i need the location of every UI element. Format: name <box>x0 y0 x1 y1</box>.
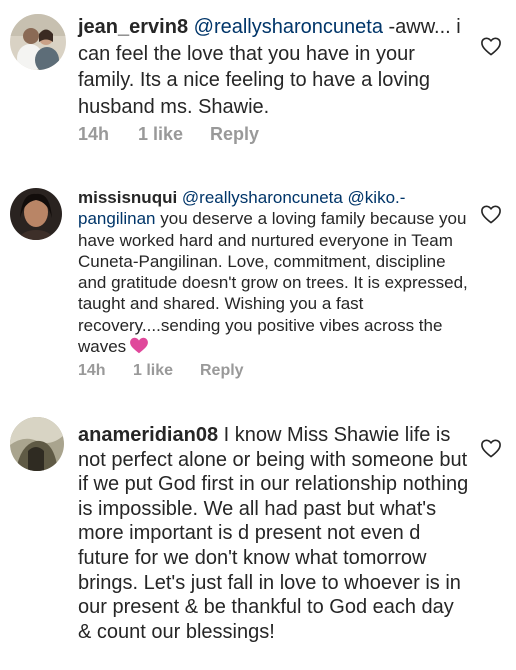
comment-likes[interactable]: 1 like <box>133 362 173 380</box>
comment-likes[interactable]: 1 like <box>138 124 183 145</box>
reply-button[interactable]: Reply <box>210 124 259 145</box>
comment-time: 14h <box>78 124 110 144</box>
heart-outline-icon[interactable] <box>480 204 502 224</box>
avatar-photo-couple-icon <box>10 14 66 70</box>
avatar-photo-woman-icon <box>10 188 62 240</box>
pink-heart-emoji-icon <box>130 337 149 354</box>
heart-outline-icon[interactable] <box>480 36 502 56</box>
comment-username[interactable]: jean_ervin8 <box>78 16 188 38</box>
comment-text: jean_ervin8 @reallysharoncuneta -aww... … <box>78 14 470 120</box>
heart-outline-icon[interactable] <box>480 438 502 458</box>
comment-body: jean_ervin8 @reallysharoncuneta -aww... … <box>78 14 470 120</box>
avatar[interactable] <box>10 417 64 471</box>
comment-body: anameridian08 I know Miss Shawie life is… <box>78 423 470 644</box>
comment-username[interactable]: missisnuqui <box>78 188 177 207</box>
avatar[interactable] <box>10 14 66 70</box>
comment-mention[interactable]: @reallysharoncuneta <box>194 16 383 38</box>
comment-time: 14h <box>78 362 106 379</box>
comment-text: anameridian08 I know Miss Shawie life is… <box>78 423 470 644</box>
comment-message: I know Miss Shawie life is not perfect a… <box>78 424 469 643</box>
comment-username[interactable]: anameridian08 <box>78 424 218 446</box>
comment-text: missisnuqui @reallysharoncuneta @kiko.-p… <box>78 187 470 357</box>
reply-button[interactable]: Reply <box>200 362 244 380</box>
avatar[interactable] <box>10 188 62 240</box>
avatar-photo-landscape-icon <box>10 417 64 471</box>
comment-message: you deserve a loving family because you … <box>78 209 468 357</box>
comment-body: missisnuqui @reallysharoncuneta @kiko.-p… <box>78 187 470 357</box>
